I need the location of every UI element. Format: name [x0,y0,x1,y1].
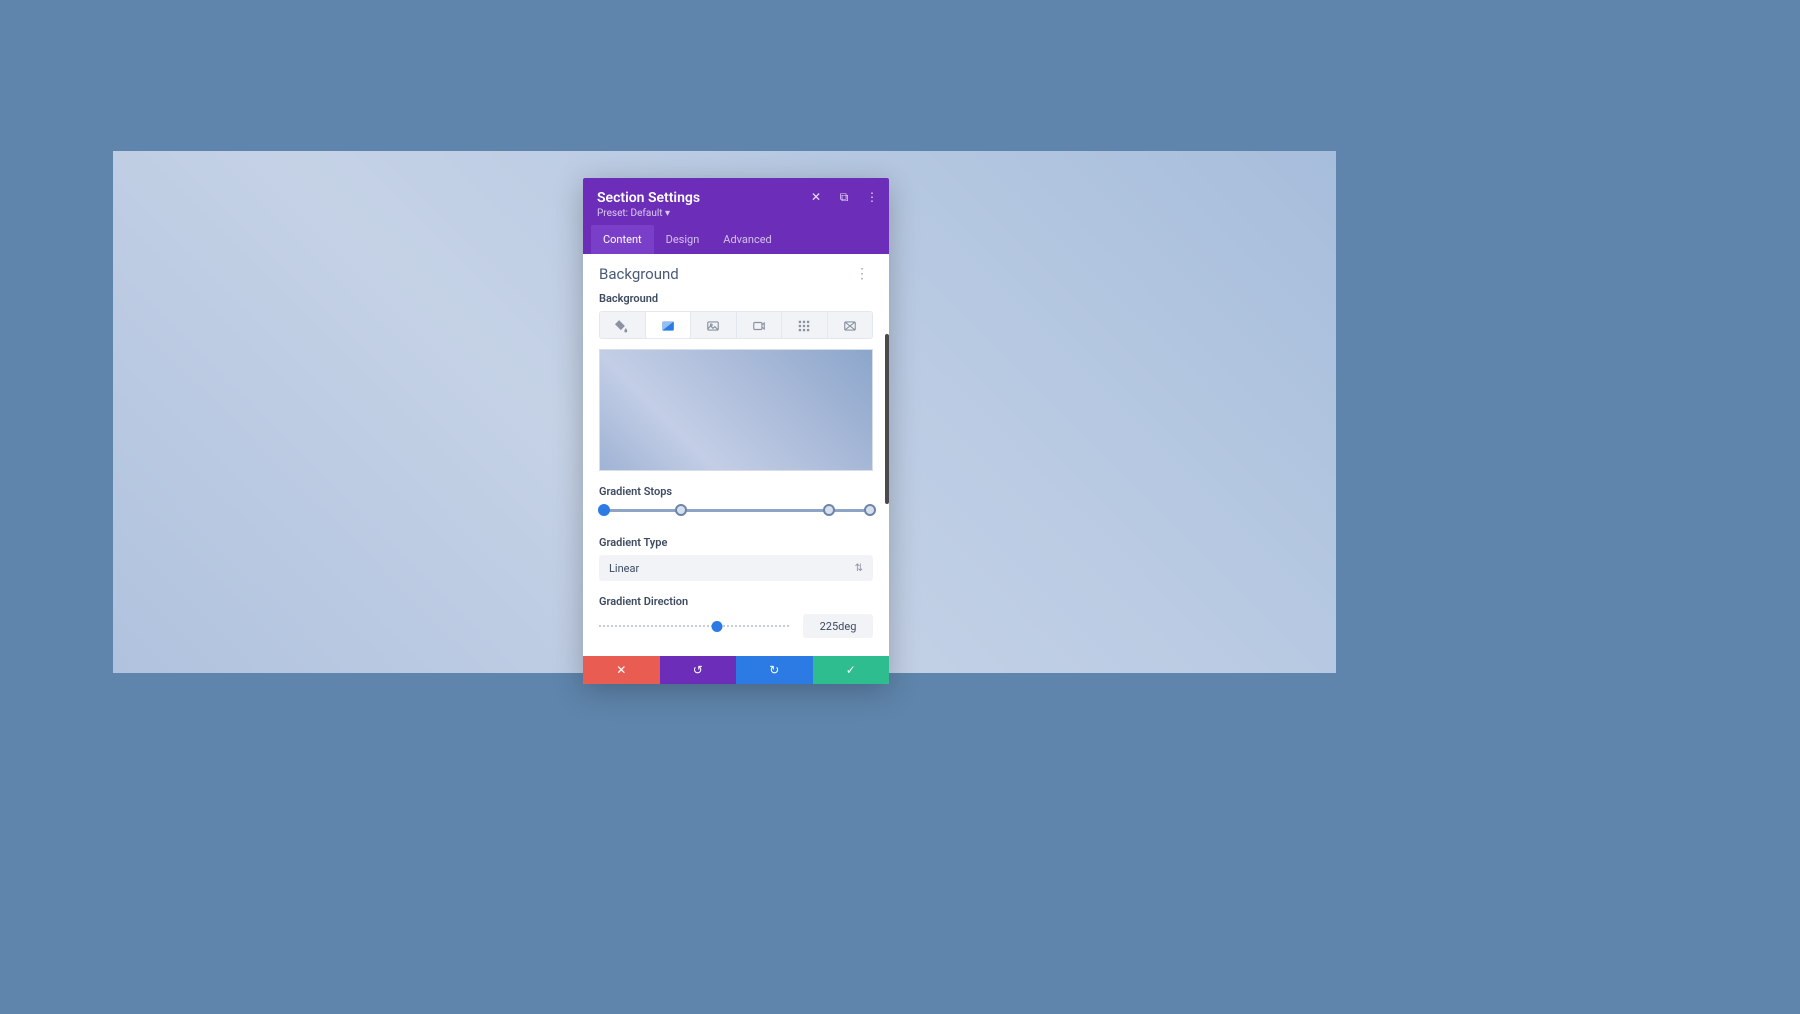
gradient-type-select[interactable]: Linear ⇅ [599,555,873,581]
paint-bucket-icon [615,318,629,332]
tab-design[interactable]: Design [654,225,712,254]
mask-icon [843,318,857,332]
redo-button[interactable]: ↻ [736,656,813,684]
gradient-direction-value[interactable]: 225deg [803,614,873,638]
gradient-direction-label: Gradient Direction [599,595,873,608]
close-icon[interactable]: ✕ [809,190,823,204]
panel-scrollbar[interactable] [885,334,889,504]
gradient-direction-row: 225deg [599,614,873,638]
copy-icon[interactable]: ⧉ [837,190,851,204]
undo-icon: ↺ [693,663,703,677]
bg-type-mask[interactable] [828,312,873,338]
cancel-button[interactable]: ✕ [583,656,660,684]
slider-rail [599,625,789,627]
section-title-row: Background ⋮ [599,264,873,284]
close-icon: ✕ [616,663,626,677]
panel-header-actions: ✕ ⧉ ⋮ [809,190,879,204]
gradient-stop-handle[interactable] [864,504,876,516]
more-icon[interactable]: ⋮ [865,190,879,204]
video-icon [752,318,766,332]
bg-type-gradient[interactable] [646,312,692,338]
pattern-icon [797,318,811,332]
section-title: Background [599,265,679,283]
tab-content[interactable]: Content [591,225,654,254]
gradient-type-label: Gradient Type [599,536,873,549]
check-icon: ✓ [846,663,856,677]
gradient-type-value: Linear [609,562,639,575]
gradient-icon [661,318,675,332]
bg-type-image[interactable] [691,312,737,338]
slider-handle[interactable] [711,621,722,632]
panel-preset[interactable]: Preset: Default ▾ [597,208,875,219]
image-icon [706,318,720,332]
gradient-stop-handle[interactable] [598,504,610,516]
gradient-stop-handle[interactable] [675,504,687,516]
tab-advanced[interactable]: Advanced [711,225,783,254]
gradient-stop-handle[interactable] [823,504,835,516]
gradient-preview [599,349,873,471]
bg-type-video[interactable] [737,312,783,338]
save-button[interactable]: ✓ [813,656,890,684]
gradient-direction-slider[interactable] [599,619,789,633]
panel-body: Background ⋮ Background [583,254,889,656]
background-label: Background [599,292,873,305]
panel-footer: ✕ ↺ ↻ ✓ [583,656,889,684]
undo-button[interactable]: ↺ [660,656,737,684]
redo-icon: ↻ [769,663,779,677]
gradient-stops-track[interactable] [599,504,873,518]
settings-panel: Section Settings Preset: Default ▾ ✕ ⧉ ⋮… [583,178,889,684]
select-caret-icon: ⇅ [855,563,863,574]
gradient-stops-label: Gradient Stops [599,485,873,498]
section-more-icon[interactable]: ⋮ [851,264,873,284]
panel-tabs: Content Design Advanced [583,225,889,254]
bg-type-pattern[interactable] [782,312,828,338]
bg-type-color[interactable] [600,312,646,338]
background-type-row [599,311,873,339]
panel-header: Section Settings Preset: Default ▾ ✕ ⧉ ⋮ [583,178,889,225]
